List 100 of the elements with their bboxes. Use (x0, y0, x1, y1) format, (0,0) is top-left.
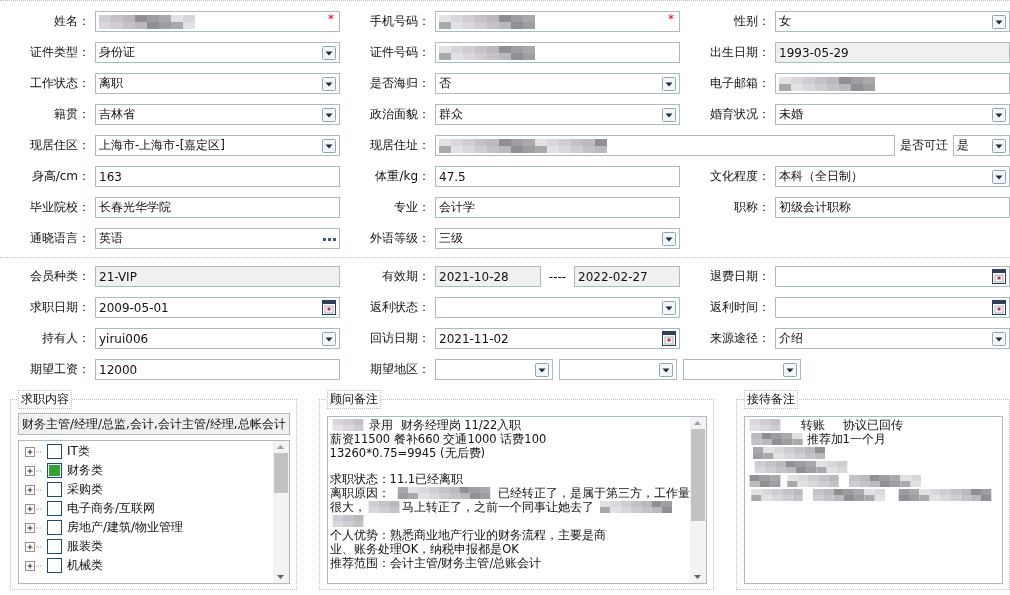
tree-item[interactable]: 机械类 (67, 557, 103, 574)
note-text: 离职原因： (329, 486, 390, 500)
group-title: 接待备注 (743, 390, 798, 409)
expand-icon[interactable] (25, 560, 42, 571)
field-label: 证件类型： (29, 44, 90, 61)
text-field[interactable]: 2021-10-28 (435, 266, 541, 287)
field-label: 体重/kg： (374, 168, 430, 185)
date-field[interactable]: 2009-05-01 (95, 297, 340, 318)
checkbox[interactable] (47, 482, 62, 497)
field-label: 工作状态： (29, 75, 90, 92)
note-text: 推荐加1一个月 (806, 432, 886, 446)
dropdown-field[interactable]: 上海市-上海市-[嘉定区] (95, 135, 340, 156)
dropdown-field[interactable]: 三级 (435, 228, 680, 249)
checkbox[interactable] (47, 520, 62, 535)
expand-icon[interactable] (25, 503, 42, 514)
text-field[interactable]: 47.5 (435, 166, 680, 187)
dropdown-field[interactable]: yirui006 (95, 328, 340, 349)
dropdown-field[interactable]: 女 (775, 11, 1010, 32)
field-label: 职称： (733, 199, 770, 216)
note-text: 业、账务处理OK，纳税申报都是OK (329, 542, 519, 556)
dropdown-field[interactable] (683, 359, 801, 380)
field-label: 是否可迁 (900, 137, 948, 154)
date-field[interactable]: 2021-11-02 (435, 328, 680, 349)
calendar-icon[interactable] (322, 300, 336, 315)
field-label: 来源途径： (709, 330, 770, 347)
expand-icon[interactable] (25, 465, 42, 476)
field-label: 期望工资： (29, 361, 90, 378)
tree-item[interactable]: 采购类 (67, 481, 103, 498)
checkbox[interactable] (47, 501, 62, 516)
dropdown-field[interactable]: 介绍 (775, 328, 1010, 349)
notes-textarea[interactable]: 录用 财务经理岗 11/22入职 薪资11500 餐补660 交通1000 话费100 13260*0.75=9945 (无后费) 求职状态：11.1已经离职 离职原因： 已经转正了，是属于第三方，工作量 很大， 马上转正了，之前一个同事让她去了 个人优势：熟悉商业地产行业的财务流程，主要是商 业、账务处理OK，纳税申报都是OK 推荐范围：会计主管/财务主管/总账会计 (326, 416, 707, 584)
notes-textarea[interactable]: 转账 协议已回传 推荐加1一个月 (743, 416, 1003, 584)
text-field[interactable] (775, 73, 1010, 94)
expand-icon[interactable] (25, 541, 42, 552)
field-label: 通晓语言： (29, 230, 90, 247)
dropdown-field[interactable] (559, 359, 677, 380)
expand-icon[interactable] (25, 522, 42, 533)
note-text: 很大， (329, 500, 366, 514)
date-field[interactable] (775, 266, 1010, 287)
expand-icon[interactable] (25, 446, 42, 457)
dropdown-field[interactable]: 是 (953, 135, 1010, 156)
text-field[interactable]: * (95, 11, 340, 32)
calendar-icon[interactable] (992, 300, 1006, 315)
dropdown-field[interactable]: 离职 (95, 73, 340, 94)
text-field[interactable]: 163 (95, 166, 340, 187)
dropdown-field[interactable]: 否 (435, 73, 680, 94)
field-label: 籍贯： (53, 106, 90, 123)
tree-item[interactable]: 电子商务/互联网 (67, 500, 156, 517)
field-label: 电子邮箱： (709, 75, 770, 92)
field-label: 性别： (733, 13, 770, 30)
text-field[interactable]: 12000 (95, 359, 340, 380)
field-label: 出生日期： (709, 44, 770, 61)
range-separator: ---- (547, 269, 568, 284)
field-label: 政治面貌： (369, 106, 430, 123)
text-field[interactable]: 2022-02-27 (574, 266, 680, 287)
text-field[interactable] (435, 42, 680, 63)
field-label: 是否海归： (369, 75, 430, 92)
dropdown-field[interactable]: 本科（全日制） (775, 166, 1010, 187)
text-field[interactable]: 会计学 (435, 197, 680, 218)
tree-item[interactable]: 房地产/建筑/物业管理 (67, 519, 184, 536)
note-text: 转账 协议已回传 (799, 418, 904, 432)
field-label: 专业： (393, 199, 430, 216)
field-label: 返利时间： (709, 299, 770, 316)
scrollbar[interactable] (689, 417, 706, 583)
tree-item[interactable]: 服装类 (67, 538, 103, 555)
checkbox[interactable] (47, 558, 62, 573)
dropdown-field[interactable]: 身份证 (95, 42, 340, 63)
text-field[interactable]: 初级会计职称 (775, 197, 1010, 218)
note-text: 马上转正了，之前一个同事让她去了 (401, 500, 594, 514)
text-field[interactable]: * (435, 11, 680, 32)
checkbox[interactable] (47, 539, 62, 554)
required-mark: * (328, 12, 334, 26)
field-label: 毕业院校： (29, 199, 90, 216)
field-label: 婚育状况： (709, 106, 770, 123)
field-label: 姓名： (53, 13, 90, 30)
note-text: 已经转正了，是属于第三方，工作量 (497, 486, 690, 500)
checkbox[interactable] (47, 444, 62, 459)
dropdown-field[interactable] (435, 297, 680, 318)
calendar-icon[interactable] (662, 331, 676, 346)
lookup-field[interactable]: 英语 (95, 228, 340, 249)
tree-item[interactable]: 财务类 (67, 462, 103, 479)
tree-item[interactable]: IT类 (67, 443, 90, 460)
text-field[interactable]: 21-VIP (95, 266, 340, 287)
dropdown-field[interactable]: 未婚 (775, 104, 1010, 125)
dropdown-field[interactable]: 吉林省 (95, 104, 340, 125)
field-label: 有效期： (381, 268, 430, 285)
more-icon[interactable] (323, 235, 336, 242)
text-field[interactable]: 1993-05-29 (775, 42, 1010, 63)
field-label: 外语等级： (369, 230, 430, 247)
dropdown-field[interactable]: 群众 (435, 104, 680, 125)
date-field[interactable] (775, 297, 1010, 318)
group-title: 求职内容 (18, 390, 72, 409)
scrollbar[interactable] (272, 441, 289, 583)
text-field[interactable]: 长春光华学院 (95, 197, 340, 218)
text-field[interactable]: 财务主管/经理/总监,会计,会计主管/经理,总帐会计 (18, 413, 290, 435)
dropdown-field[interactable] (435, 359, 553, 380)
expand-icon[interactable] (25, 484, 42, 495)
calendar-icon[interactable] (992, 269, 1006, 284)
text-field[interactable] (435, 135, 895, 156)
checkbox[interactable] (47, 463, 62, 478)
